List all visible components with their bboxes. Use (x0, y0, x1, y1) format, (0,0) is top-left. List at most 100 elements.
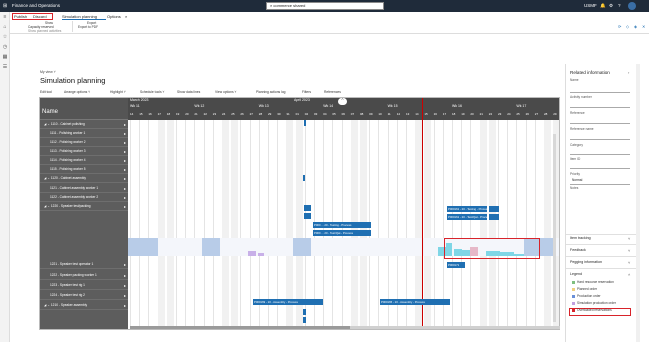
chevron-up-icon[interactable]: ˄ (628, 272, 630, 277)
schedule-tools-button[interactable]: Schedule tools ˅ (140, 90, 164, 94)
ribbon-search-icon[interactable]: ⌕ (125, 14, 127, 19)
order-bar[interactable] (303, 175, 305, 181)
resource-row[interactable]: 1115 - Polishing worker 5 ▸ (40, 165, 128, 174)
resource-row[interactable]: ◢ ⌄ 1110 - Cabinet polishing ▸ (40, 120, 128, 129)
menu-icon[interactable]: ≡ (2, 14, 8, 20)
resource-row[interactable]: 1112 - Polishing worker 2 ▸ (40, 138, 128, 147)
horizontal-scroll-thumb[interactable] (130, 326, 350, 329)
row-arrow-icon[interactable]: ▸ (124, 129, 126, 138)
resource-row[interactable]: 1121 - Cabinet assembly worker 1 ▸ (40, 184, 128, 193)
show-data-lines-button[interactable]: Show data lines (177, 90, 200, 94)
resource-row[interactable]: 1122 - Cabinet assembly worker 2 ▸ (40, 193, 128, 202)
order-bar[interactable] (304, 120, 306, 126)
field-input[interactable] (570, 154, 630, 155)
avatar[interactable] (628, 2, 636, 10)
section-item-tracking[interactable]: Item tracking (570, 236, 591, 240)
attach-icon[interactable]: ◇ (626, 24, 629, 29)
row-arrow-icon[interactable]: ▸ (124, 202, 126, 211)
day-label: 04 (323, 112, 327, 116)
gantt-chart[interactable]: Name ◢ ⌄ 1110 - Cabinet polishing ▸ 1111 -… (39, 97, 560, 330)
order-bar[interactable] (489, 206, 499, 212)
app-launcher-icon[interactable]: ⊞ (3, 3, 7, 9)
resource-row[interactable]: ◢ ⌄ 1220 - Speaker test/packing ▸ (40, 202, 128, 211)
show-planned-activities-button[interactable]: Show planned activities (28, 29, 61, 33)
section-pegging[interactable]: Pegging information (570, 260, 602, 264)
planning-actions-log-button[interactable]: Planning actions log (256, 90, 286, 94)
resource-row[interactable]: ◢ ⌄ 1120 - Cabinet assembly ▸ (40, 174, 128, 183)
row-arrow-icon[interactable]: ▸ (124, 147, 126, 156)
view-selector[interactable]: My view ˅ (40, 70, 56, 74)
row-arrow-icon[interactable]: ▸ (124, 301, 126, 310)
order-bar[interactable]: P000165 - 10 - Assembly - Process (380, 299, 450, 305)
resource-row[interactable]: 1111 - Polishing worker 1 ▸ (40, 129, 128, 138)
search-input[interactable]: ⌕ commerce shared (266, 2, 384, 10)
field-input[interactable] (570, 123, 630, 124)
row-arrow-icon[interactable]: ▸ (124, 120, 126, 129)
filters-button[interactable]: Filters (302, 90, 311, 94)
row-arrow-icon[interactable]: ▸ (124, 184, 126, 193)
highlight-button[interactable]: Highlight ˅ (110, 90, 126, 94)
references-button[interactable]: References (324, 90, 341, 94)
field-input[interactable] (570, 139, 630, 140)
star-icon[interactable]: ☆ (2, 34, 8, 40)
field-input[interactable] (570, 184, 630, 185)
resource-row[interactable]: 1113 - Polishing worker 3 ▸ (40, 147, 128, 156)
order-bar[interactable] (304, 205, 311, 211)
row-arrow-icon[interactable]: ▸ (124, 165, 126, 174)
company-picker[interactable]: USMF (584, 3, 597, 8)
order-bar[interactable] (304, 213, 311, 219)
resource-row[interactable]: ◢ ⌄ 1210 - Speaker assembly ▸ (40, 301, 128, 310)
help-icon[interactable]: ? (618, 3, 621, 8)
row-arrow-icon[interactable]: ▸ (124, 271, 126, 280)
close-icon[interactable]: ✕ (642, 24, 645, 29)
row-arrow-icon[interactable]: ▸ (124, 281, 126, 290)
resource-row[interactable]: 1222 - Speaker packing worker 1 ▸ (40, 271, 128, 280)
workspace-icon[interactable]: ▦ (2, 54, 8, 60)
order-bar[interactable]: P000 ... 20 - Testing - Process (313, 222, 371, 228)
gear-icon[interactable]: ⚙ (609, 3, 613, 9)
home-icon[interactable]: ⌂ (2, 24, 8, 30)
order-bar[interactable]: P000 ... 20 - Test/Qat - Process (313, 230, 371, 236)
legend-title[interactable]: Legend (570, 272, 582, 276)
chevron-down-icon[interactable]: ˅ (628, 260, 630, 265)
priority-value[interactable]: Normal (572, 178, 582, 182)
resource-row[interactable]: 1223 - Speaker test rig 1 ▸ (40, 281, 128, 290)
section-feedback[interactable]: Feedback (570, 248, 586, 252)
order-bar[interactable]: P000171 (447, 262, 465, 268)
vertical-scrollbar[interactable] (553, 134, 556, 322)
right-pane-scrollbar[interactable] (636, 64, 640, 342)
order-bar[interactable]: P000161 - 20 - Testing - Process (447, 206, 487, 212)
order-bar[interactable] (489, 214, 499, 220)
order-bar[interactable] (303, 317, 306, 323)
chevron-down-icon[interactable]: ˅ (628, 236, 630, 241)
order-bar[interactable] (303, 309, 306, 315)
export-pdf-button[interactable]: Export to PDF (78, 25, 98, 29)
row-arrow-icon[interactable]: ▸ (124, 260, 126, 269)
resource-row[interactable]: 1114 - Polishing worker 4 ▸ (40, 156, 128, 165)
bell-icon[interactable]: 🔔 (600, 3, 606, 9)
arrange-options-button[interactable]: Arrange options ˅ (64, 90, 90, 94)
timeline-area[interactable]: March 2023 April 2023 ⌃ 14 15 16 17 18 19 20 21… (128, 98, 559, 329)
tab-options[interactable]: Options (107, 14, 121, 19)
row-arrow-icon[interactable]: ▸ (124, 291, 126, 300)
field-input[interactable] (570, 168, 630, 169)
chevron-down-icon[interactable]: ˅ (628, 248, 630, 253)
order-bar[interactable]: P000161 - 20 - Test/Qat - Process (447, 214, 487, 220)
field-input[interactable] (570, 107, 630, 108)
recent-icon[interactable]: ◷ (2, 44, 8, 50)
edit-tool-button[interactable]: Edit tool (40, 90, 52, 94)
office-icon[interactable]: ◈ (634, 24, 637, 29)
timeline-collapse-icon[interactable]: ⌃ (338, 98, 347, 105)
resource-row[interactable]: 1224 - Speaker test rig 2 ▸ (40, 291, 128, 300)
row-arrow-icon[interactable]: ▸ (124, 138, 126, 147)
view-options-button[interactable]: View options ˅ (215, 90, 236, 94)
refresh-icon[interactable]: ⟳ (618, 24, 621, 29)
resource-row[interactable]: 1221 - Speaker test operator 1 ▸ (40, 260, 128, 269)
row-arrow-icon[interactable]: ▸ (124, 156, 126, 165)
field-input[interactable] (570, 92, 630, 93)
row-arrow-icon[interactable]: ▸ (124, 193, 126, 202)
pane-collapse-icon[interactable]: › (628, 70, 629, 75)
order-bar[interactable]: P000169 - 10 - Assembly - Process (253, 299, 323, 305)
list-icon[interactable]: ☰ (2, 64, 8, 70)
row-arrow-icon[interactable]: ▸ (124, 174, 126, 183)
